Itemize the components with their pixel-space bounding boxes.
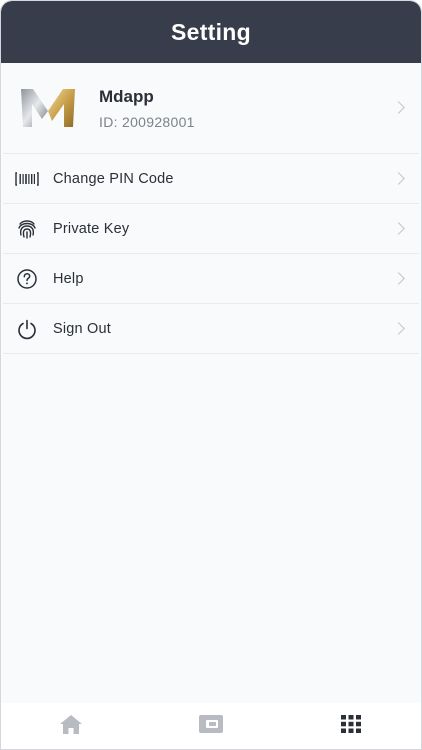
settings-screen: Setting Mdapp ID: 200928001 Change PIN C… xyxy=(0,0,422,750)
bottom-nav xyxy=(1,703,421,749)
chevron-right-icon xyxy=(392,101,405,114)
menu-item-label: Change PIN Code xyxy=(53,170,174,187)
home-icon xyxy=(59,713,83,740)
profile-id: ID: 200928001 xyxy=(99,113,195,130)
grid-icon xyxy=(340,714,362,739)
menu-item-label: Private Key xyxy=(53,220,130,237)
power-icon xyxy=(15,317,39,341)
mdapp-logo xyxy=(19,85,77,131)
chevron-right-icon xyxy=(392,271,405,285)
profile-row[interactable]: Mdapp ID: 200928001 xyxy=(3,63,419,154)
menu-item-sign-out[interactable]: Sign Out xyxy=(3,304,419,354)
menu-item-label: Sign Out xyxy=(53,320,112,337)
nav-wallet[interactable] xyxy=(181,706,241,746)
menu-item-label: Help xyxy=(53,270,84,287)
chevron-right-icon xyxy=(392,321,405,335)
barcode-icon xyxy=(15,167,39,191)
profile-name: Mdapp xyxy=(99,86,154,106)
help-icon xyxy=(15,267,39,291)
nav-home[interactable] xyxy=(41,706,101,746)
menu-item-private-key[interactable]: Private Key xyxy=(3,204,419,254)
chevron-right-icon xyxy=(392,171,405,185)
page-title: Setting xyxy=(170,18,252,45)
chevron-right-icon xyxy=(392,221,405,235)
menu-item-help[interactable]: Help xyxy=(3,254,419,304)
wallet-icon xyxy=(198,713,224,740)
fingerprint-icon xyxy=(15,217,39,241)
menu-item-change-pin[interactable]: Change PIN Code xyxy=(3,154,419,204)
nav-menu[interactable] xyxy=(321,706,381,746)
header-bar: Setting xyxy=(1,1,421,63)
